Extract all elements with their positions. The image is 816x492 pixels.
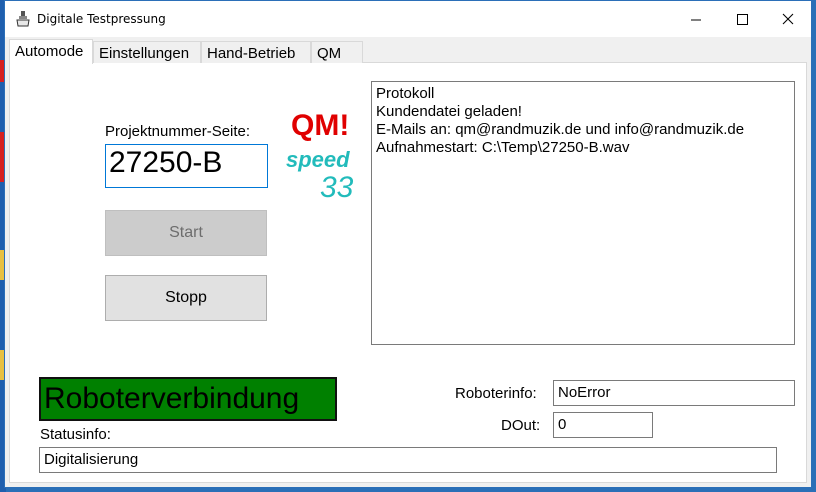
- close-icon: [782, 13, 794, 25]
- log-line: Aufnahmestart: C:\Temp\27250-B.wav: [376, 139, 630, 156]
- status-info-field[interactable]: Digitalisierung: [39, 447, 777, 473]
- speed-logo-number: 33: [320, 171, 354, 204]
- maximize-icon: [736, 13, 748, 25]
- speed-logo-text: speed: [286, 147, 350, 172]
- close-button[interactable]: [765, 1, 811, 37]
- robot-connection-indicator: Roboterverbindung: [39, 377, 337, 421]
- title-bar[interactable]: Digitale Testpressung: [5, 1, 811, 37]
- protocol-log[interactable]: Protokoll Kundendatei geladen! E-Mails a…: [371, 81, 795, 345]
- robot-info-label: Roboterinfo:: [455, 385, 537, 402]
- log-line: Protokoll: [376, 85, 435, 102]
- start-button[interactable]: Start: [105, 210, 267, 256]
- stop-button[interactable]: Stopp: [105, 275, 267, 321]
- log-line: E-Mails an: qm@randmuzik.de und info@ran…: [376, 121, 745, 138]
- dout-field[interactable]: 0: [553, 412, 653, 438]
- tab-strip: Automode Einstellungen Hand-Betrieb QM: [9, 39, 807, 64]
- qm-logo-text: QM!: [291, 109, 350, 142]
- window-title: Digitale Testpressung: [37, 12, 166, 26]
- app-icon: [16, 11, 30, 27]
- automode-panel: Projektnummer-Seite: 27250-B Start Stopp…: [9, 63, 807, 483]
- tab-qm[interactable]: QM: [311, 41, 363, 63]
- project-number-input[interactable]: 27250-B: [105, 144, 268, 188]
- tab-hand-betrieb[interactable]: Hand-Betrieb: [201, 41, 311, 63]
- status-info-label: Statusinfo:: [40, 426, 111, 443]
- tab-automode[interactable]: Automode: [9, 39, 93, 64]
- robot-info-field[interactable]: NoError: [553, 380, 795, 406]
- minimize-icon: [690, 19, 701, 20]
- project-number-label: Projektnummer-Seite:: [105, 123, 251, 140]
- log-line: Kundendatei geladen!: [376, 103, 522, 120]
- tab-einstellungen[interactable]: Einstellungen: [93, 41, 201, 63]
- maximize-button[interactable]: [719, 1, 765, 37]
- dout-label: DOut:: [501, 417, 541, 434]
- app-window: Digitale Testpressung Automode Einstellu…: [4, 0, 812, 488]
- minimize-button[interactable]: [673, 1, 719, 37]
